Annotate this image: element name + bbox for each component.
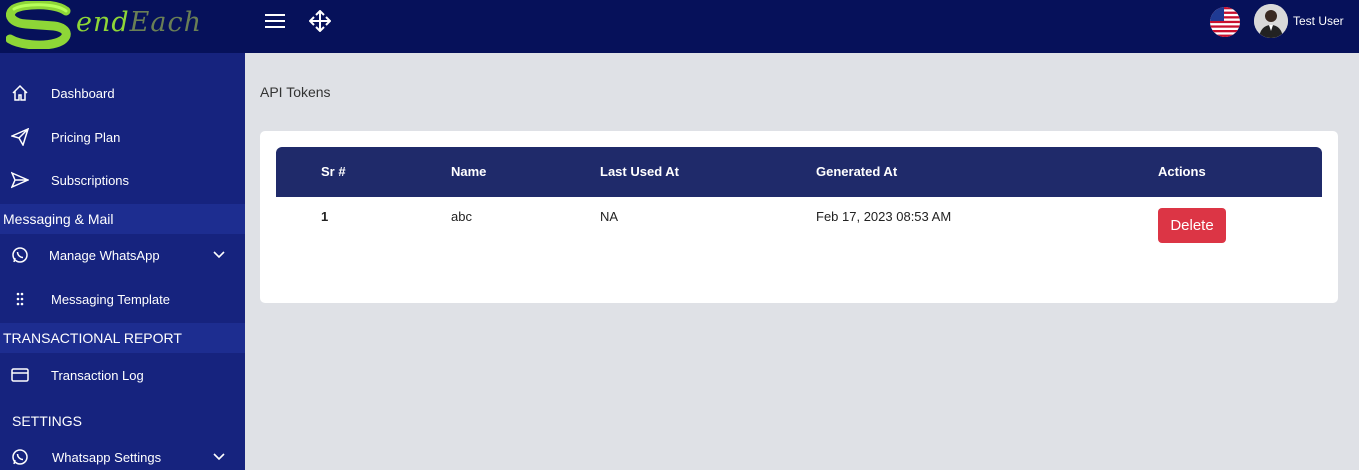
cell-name: abc	[451, 209, 472, 224]
sidebar-item-transaction-log[interactable]: Transaction Log	[0, 355, 245, 395]
sidebar-item-dashboard[interactable]: Dashboard	[0, 73, 245, 113]
user-name[interactable]: Test User	[1293, 14, 1344, 28]
column-header-actions: Actions	[1158, 164, 1206, 179]
sidebar-item-manage-whatsapp[interactable]: Manage WhatsApp	[0, 235, 245, 275]
cell-sr: 1	[321, 209, 329, 224]
column-header-name: Name	[451, 164, 487, 179]
sidebar-item-messaging-template[interactable]: Messaging Template	[0, 279, 245, 319]
hamburger-menu-icon[interactable]	[264, 10, 286, 32]
sidebar-item-label: Manage WhatsApp	[49, 247, 160, 263]
column-header-last-used: Last Used At	[600, 164, 679, 179]
sidebar: Dashboard Pricing Plan Subscriptions Mes…	[0, 53, 245, 470]
cell-last-used: NA	[600, 209, 619, 224]
send-icon	[11, 171, 29, 189]
section-messaging-mail: Messaging & Mail	[0, 204, 245, 234]
page-title: API Tokens	[260, 84, 331, 100]
table-row: 1 abc NA Feb 17, 2023 08:53 AM Delete	[276, 197, 1322, 257]
brand-logo[interactable]: endEach	[0, 0, 245, 53]
us-flag-icon[interactable]	[1210, 7, 1240, 37]
sidebar-item-label: Subscriptions	[51, 172, 130, 188]
paper-plane-icon	[11, 128, 29, 146]
logo-text-part-1: end	[76, 7, 130, 38]
section-settings: SETTINGS	[0, 406, 245, 436]
grip-dots-icon	[16, 292, 24, 306]
sidebar-item-label: Dashboard	[51, 85, 115, 101]
section-transactional-report: TRANSACTIONAL REPORT	[0, 323, 245, 353]
column-header-generated: Generated At	[816, 164, 898, 179]
home-icon	[12, 84, 28, 101]
column-header-sr: Sr #	[321, 164, 346, 179]
tokens-card: Sr # Name Last Used At Generated At Acti…	[260, 131, 1338, 303]
sidebar-item-label: Whatsapp Settings	[52, 449, 162, 465]
logo-text: endEach	[76, 7, 202, 38]
sidebar-item-subscriptions[interactable]: Subscriptions	[0, 160, 245, 200]
whatsapp-icon	[12, 449, 28, 465]
logo-s-icon	[6, 1, 71, 49]
sidebar-item-pricing-plan[interactable]: Pricing Plan	[0, 117, 245, 157]
whatsapp-icon	[12, 247, 28, 263]
credit-card-icon	[11, 368, 29, 382]
top-bar: endEach Test User	[0, 0, 1359, 53]
user-avatar[interactable]	[1254, 4, 1288, 38]
move-arrows-icon[interactable]	[309, 10, 331, 32]
cell-generated: Feb 17, 2023 08:53 AM	[816, 209, 952, 224]
sidebar-item-whatsapp-settings[interactable]: Whatsapp Settings	[0, 437, 245, 470]
delete-button[interactable]: Delete	[1158, 208, 1226, 243]
sidebar-item-label: Pricing Plan	[51, 129, 121, 145]
chevron-down-icon[interactable]	[212, 450, 226, 464]
logo-text-part-2: Each	[129, 7, 202, 38]
chevron-down-icon[interactable]	[212, 248, 226, 262]
table-header: Sr # Name Last Used At Generated At Acti…	[276, 147, 1322, 197]
sidebar-item-label: Transaction Log	[51, 367, 144, 383]
sidebar-item-label: Messaging Template	[51, 291, 170, 307]
